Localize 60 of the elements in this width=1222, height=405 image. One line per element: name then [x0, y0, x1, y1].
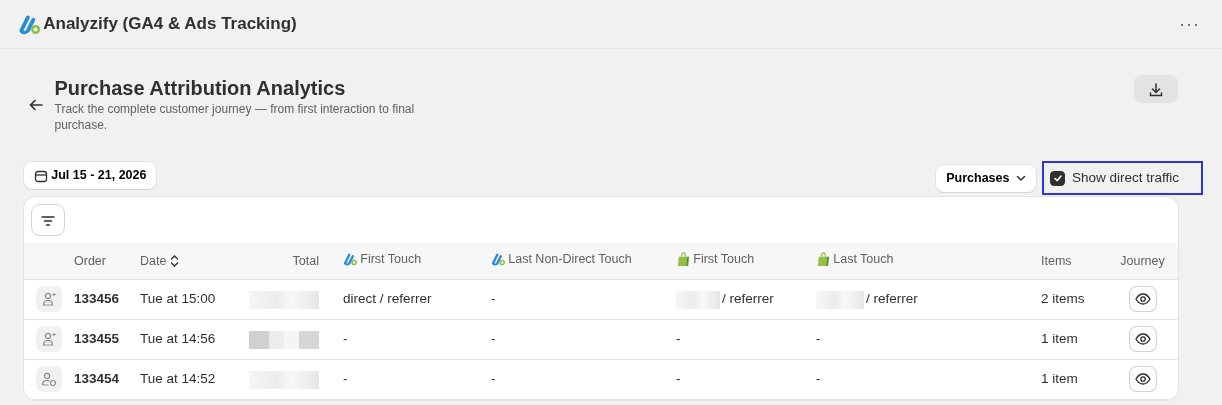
- chevron-down-icon: [1015, 174, 1026, 182]
- table-cell: 1 item: [1041, 331, 1078, 347]
- order-number: 133454: [74, 371, 120, 387]
- table-cell: -: [343, 371, 348, 387]
- person-clock-icon: [41, 371, 57, 388]
- date-range-button[interactable]: Jul 15 - 21, 2026: [24, 162, 157, 190]
- page-title: Purchase Attribution Analytics: [54, 76, 347, 101]
- eye-icon: [1134, 331, 1151, 346]
- table-cell: -: [491, 371, 496, 387]
- column-header: Journey: [1120, 252, 1165, 270]
- back-arrow-icon: [29, 98, 43, 111]
- view-journey-button[interactable]: [1129, 286, 1156, 311]
- eye-icon: [1134, 371, 1151, 386]
- filter-button[interactable]: [32, 205, 64, 236]
- checkbox[interactable]: [1050, 170, 1066, 186]
- shopping-bag-icon: [676, 251, 690, 267]
- table-cell: -: [816, 371, 821, 387]
- table-cell: / referrer: [722, 291, 774, 307]
- table-cell: Tue at 15:00: [140, 291, 216, 307]
- column-header: First Touch: [343, 249, 422, 269]
- metric-dropdown[interactable]: Purchases: [936, 164, 1036, 192]
- column-header: Items: [1041, 252, 1072, 270]
- view-journey-button[interactable]: [1129, 366, 1156, 391]
- table-cell: -: [676, 371, 681, 387]
- download-icon: [1149, 82, 1163, 97]
- filter-icon: [41, 216, 55, 227]
- calendar-icon: [34, 168, 48, 183]
- table-cell: -: [491, 331, 496, 347]
- shopping-bag-icon: [816, 251, 830, 267]
- table-cell: 1 item: [1041, 371, 1078, 387]
- table-cell: / referrer: [866, 291, 918, 307]
- download-button[interactable]: [1134, 75, 1178, 103]
- order-number: 133455: [74, 331, 120, 347]
- table-cell: Tue at 14:52: [140, 371, 216, 387]
- table-cell: Tue at 14:56: [140, 331, 216, 347]
- checkbox-label[interactable]: Show direct traffic: [1071, 168, 1179, 189]
- more-menu-button[interactable]: ···: [1175, 10, 1204, 38]
- table-cell: 2 items: [1041, 291, 1085, 307]
- logo-icon: [491, 252, 505, 267]
- table-cell: -: [676, 331, 681, 347]
- app-title: Analyzify (GA4 & Ads Tracking): [43, 13, 297, 36]
- person-plus-icon: [41, 291, 57, 308]
- person-plus-icon: [41, 331, 57, 348]
- table-cell: -: [343, 331, 348, 347]
- column-header: Last Non-Direct Touch: [491, 249, 632, 269]
- page-subtitle: Track the complete customer journey — from first interaction to final purchase.: [54, 101, 416, 133]
- order-number: 133456: [74, 291, 120, 307]
- table-cell: -: [491, 291, 496, 307]
- column-header: First Touch: [676, 249, 755, 269]
- table-cell: direct / referrer: [343, 291, 432, 307]
- column-header: Order: [74, 252, 106, 270]
- column-header: Last Touch: [816, 249, 894, 269]
- column-header: Total: [292, 252, 319, 270]
- logo-icon: [343, 252, 357, 267]
- view-journey-button[interactable]: [1129, 326, 1156, 351]
- check-icon: [1052, 173, 1063, 184]
- sort-icon: [169, 255, 179, 267]
- table-cell: -: [816, 331, 821, 347]
- eye-icon: [1134, 291, 1151, 306]
- logo-icon: [18, 13, 40, 35]
